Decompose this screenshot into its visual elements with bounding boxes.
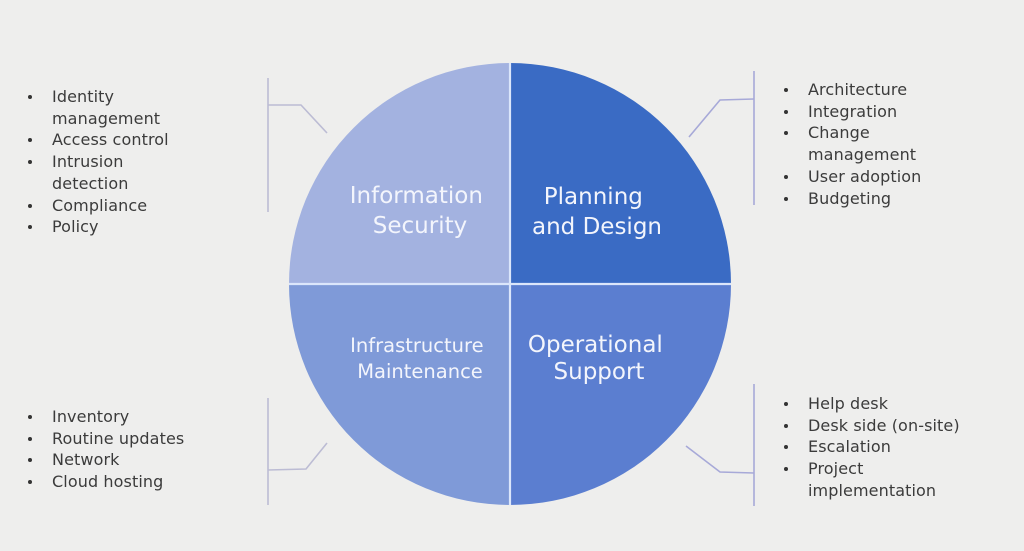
list-item: Identity management <box>24 86 202 129</box>
bullet-icon <box>28 225 32 230</box>
list-item-text: Help desk <box>808 394 889 413</box>
list-item: Budgeting <box>780 188 958 210</box>
list-item: Inventory <box>24 406 252 428</box>
list-item-text: Compliance <box>52 195 148 215</box>
list-item-text: Network <box>52 450 120 470</box>
list-item: Policy <box>24 216 202 238</box>
list-item-text: Intrusion detection <box>52 152 129 193</box>
list-infrastructure-maintenance: Inventory Routine updates Network Cloud hos… <box>24 406 252 493</box>
list-operational-support: Help desk Desk side (on-site) Escalation Pr… <box>780 393 978 502</box>
list-item: Intrusion detection <box>24 151 202 194</box>
bullet-icon <box>28 458 32 463</box>
list-item-text: Project implementation <box>808 459 937 500</box>
bullet-icon <box>784 174 788 179</box>
bullet-icon <box>28 480 32 485</box>
list-item: Escalation <box>780 436 978 458</box>
list-item-text: Desk side (on-site) <box>808 415 960 435</box>
list-item: Compliance <box>24 195 202 217</box>
list-item: Desk side (on-site) <box>780 415 978 437</box>
bullet-icon <box>28 95 32 99</box>
list-item-text: Integration <box>808 101 898 121</box>
list-item-text: Access control <box>52 130 169 150</box>
list-information-security: Identity management Access control Intrusi… <box>24 86 202 238</box>
quadrant-planning-and-design <box>510 63 731 284</box>
list-item: Access control <box>24 129 202 151</box>
bullet-icon <box>28 415 32 419</box>
bullet-icon <box>784 109 788 114</box>
list-item: User adoption <box>780 166 958 188</box>
list-item-text: Escalation <box>808 437 891 457</box>
list-item: Help desk <box>780 393 978 415</box>
bullet-icon <box>784 423 788 428</box>
bullet-icon <box>28 203 32 208</box>
list-item-text: Routine updates <box>52 428 185 448</box>
list-item-text: User adoption <box>808 166 922 186</box>
bullet-icon <box>28 160 32 165</box>
connector-bottom-left <box>267 398 328 505</box>
bullet-icon <box>784 445 788 450</box>
bullet-icon <box>784 88 788 92</box>
list-planning-and-design: Architecture Integration Change management… <box>780 79 958 209</box>
bullet-icon <box>784 196 788 201</box>
quadrant-information-security <box>289 63 510 284</box>
list-item-text: Change management <box>808 123 917 165</box>
list-item: Cloud hosting <box>24 471 252 493</box>
bullet-icon <box>784 402 788 406</box>
list-item-text: Cloud hosting <box>52 472 164 492</box>
list-item-text: Budgeting <box>808 188 892 208</box>
list-item: Network <box>24 449 252 471</box>
bullet-icon <box>784 131 788 136</box>
bullet-icon <box>28 436 32 441</box>
list-item: Routine updates <box>24 428 252 450</box>
quadrant-infrastructure-maintenance <box>289 284 510 505</box>
list-item: Project implementation <box>780 458 978 501</box>
bullet-icon <box>28 138 32 143</box>
list-item: Change management <box>780 122 958 165</box>
list-item-text: Inventory <box>52 407 130 426</box>
list-item-text: Architecture <box>808 80 908 99</box>
list-item-text: Policy <box>52 217 99 237</box>
list-item: Architecture <box>780 79 958 101</box>
list-item: Integration <box>780 101 958 123</box>
list-item-text: Identity management <box>52 87 161 128</box>
quadrant-operational-support <box>510 284 731 505</box>
bullet-icon <box>784 467 788 472</box>
